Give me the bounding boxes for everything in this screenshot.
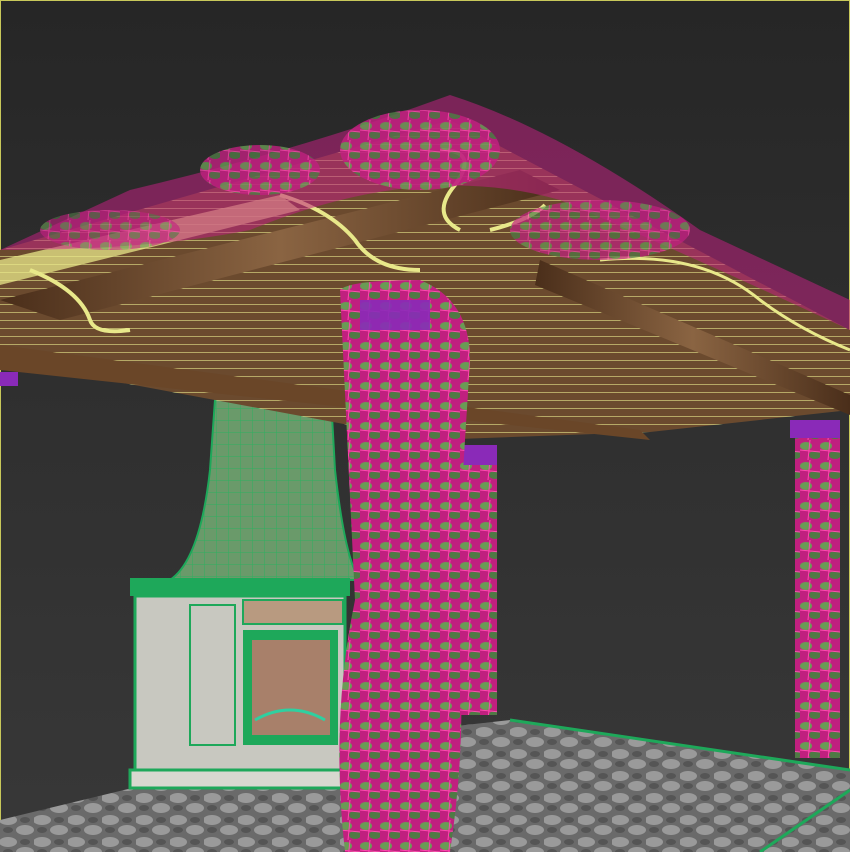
3d-viewport[interactable] (0, 0, 850, 852)
vine-column (339, 280, 470, 852)
vine-column (452, 420, 840, 758)
fireplace-base (128, 578, 362, 790)
pergola-scene (0, 95, 850, 852)
